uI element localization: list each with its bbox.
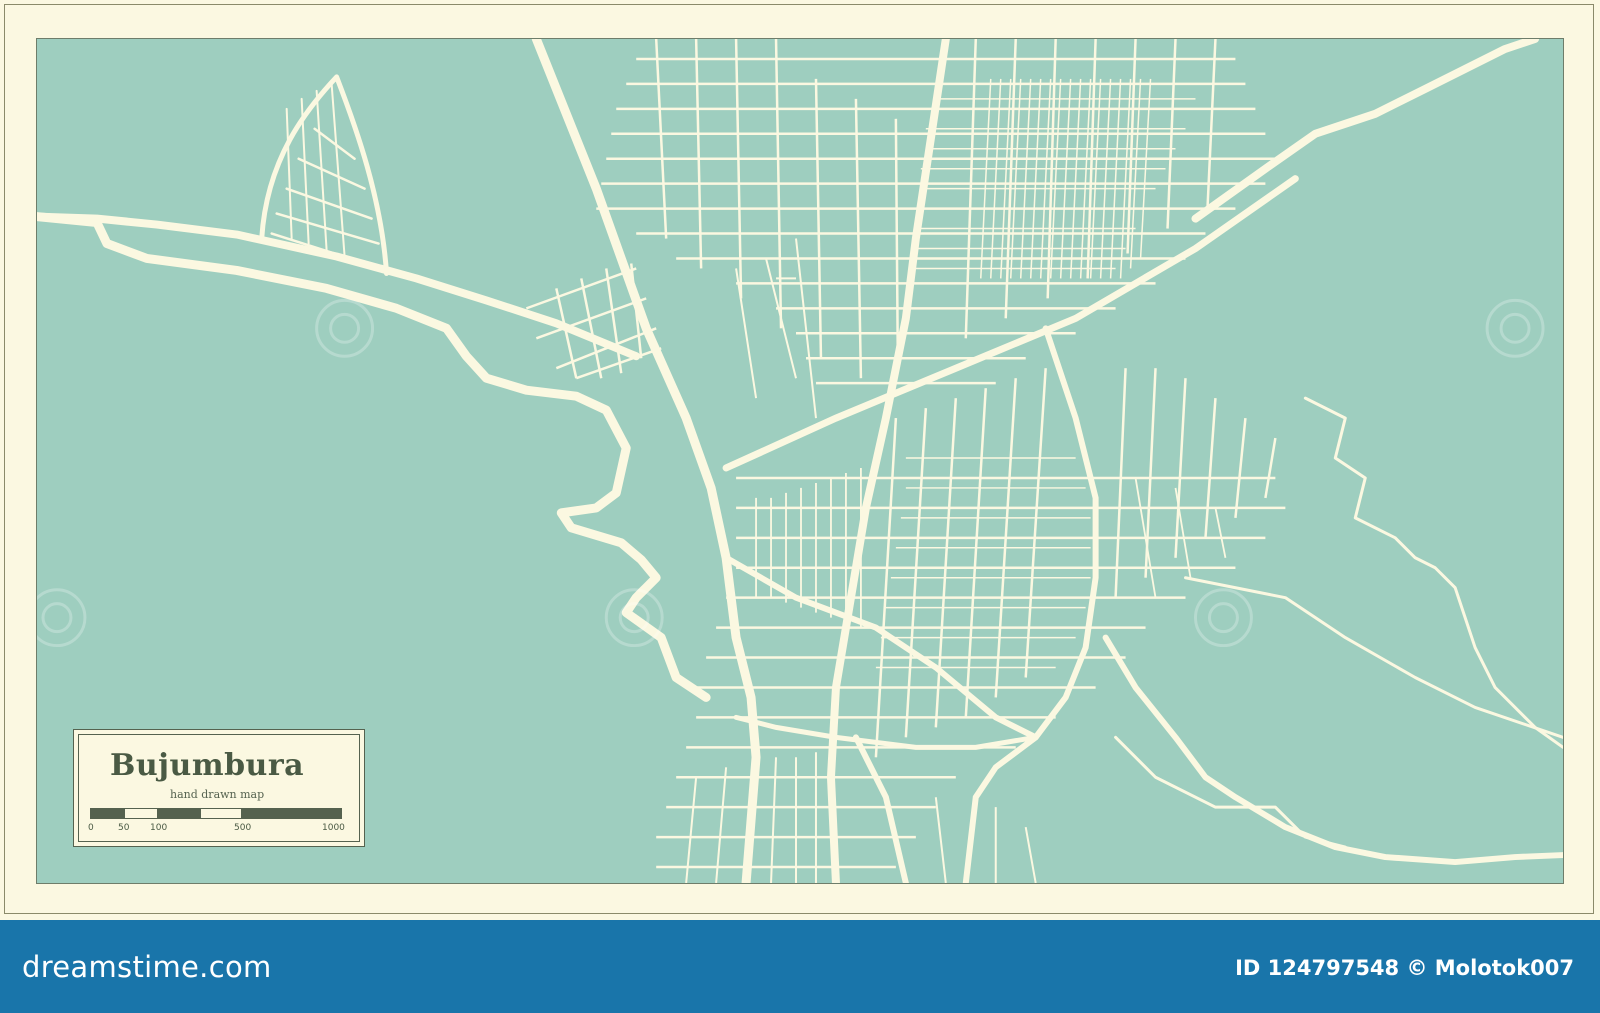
map-legend: Bujumbura hand drawn map 0 50 100 500 10…	[73, 729, 365, 847]
scale-label: 500	[234, 823, 252, 833]
scale-segment	[90, 808, 124, 819]
map-subtitle: hand drawn map	[170, 788, 265, 801]
footer-image-id: ID 124797548 © Molotok007	[1235, 956, 1574, 980]
scale-bar	[90, 808, 342, 819]
footer-brand: dreamstime.com	[22, 950, 272, 984]
scale-label: 0	[88, 823, 94, 833]
scale-segment	[124, 808, 158, 819]
watermark-footer: dreamstime.com ID 124797548 © Molotok007	[0, 920, 1600, 1013]
scale-segment	[242, 808, 342, 819]
map-title: Bujumbura	[110, 748, 305, 783]
scale-label: 50	[118, 823, 130, 833]
scale-label: 100	[150, 823, 168, 833]
scale-segment	[158, 808, 200, 819]
scale-segment	[200, 808, 242, 819]
map-frame: Bujumbura hand drawn map 0 50 100 500 10…	[0, 0, 1600, 920]
scale-label: 1000	[322, 823, 345, 833]
